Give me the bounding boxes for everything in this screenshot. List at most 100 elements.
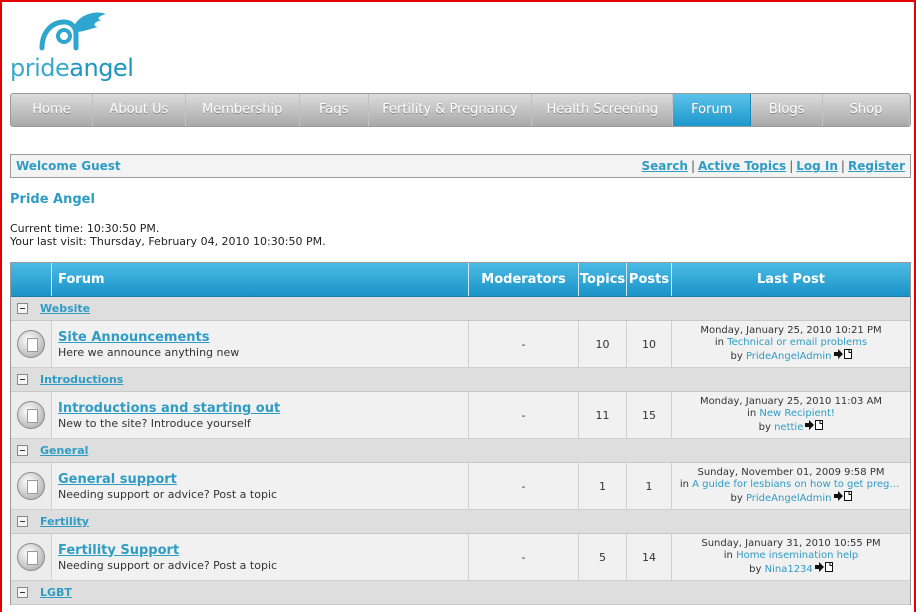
last-post-topic-line: in Technical or email problems bbox=[715, 337, 867, 349]
moderators-cell: - bbox=[469, 534, 579, 580]
link-separator: | bbox=[690, 159, 696, 173]
last-post-user-link[interactable]: PrideAngelAdmin bbox=[746, 493, 832, 504]
category-website: Website bbox=[11, 297, 910, 321]
collapse-icon[interactable] bbox=[17, 374, 28, 385]
active-topics-link[interactable]: Active Topics bbox=[698, 159, 786, 173]
welcome-bar: Welcome Guest Search | Active Topics | Log I… bbox=[10, 154, 911, 178]
by-label: by bbox=[758, 422, 771, 433]
forum-cell: General support Needing support or advice… bbox=[52, 463, 469, 509]
last-post-topic-line: in New Recipient! bbox=[747, 408, 835, 420]
table-row: Introductions and starting out New to the… bbox=[11, 392, 910, 439]
last-post-topic-link[interactable]: Home insemination help bbox=[736, 550, 858, 562]
forum-table: Forum Moderators Topics Posts Last Post … bbox=[10, 262, 911, 605]
collapse-icon[interactable] bbox=[17, 445, 28, 456]
last-post-user-link[interactable]: PrideAngelAdmin bbox=[746, 351, 832, 362]
nav-membership[interactable]: Membership bbox=[186, 94, 300, 126]
nav-faqs[interactable]: Faqs bbox=[300, 94, 369, 126]
topics-count: 5 bbox=[579, 534, 627, 580]
nav-fertility-pregnancy[interactable]: Fertility & Pregnancy bbox=[369, 94, 533, 126]
forum-table-body: Website Site Announcements Here we announc… bbox=[11, 297, 910, 605]
forum-link[interactable]: Introductions and starting out bbox=[58, 401, 280, 416]
last-post-user-link[interactable]: nettie bbox=[774, 422, 803, 433]
category-link[interactable]: Website bbox=[40, 302, 90, 315]
category-lgbt: LGBT bbox=[11, 581, 910, 605]
last-post-date: Monday, January 25, 2010 10:21 PM bbox=[700, 325, 882, 336]
log-in-link[interactable]: Log In bbox=[796, 159, 838, 173]
moderators-cell: - bbox=[469, 321, 579, 367]
category-link[interactable]: General bbox=[40, 444, 88, 457]
forum-description: Needing support or advice? Post a topic bbox=[58, 558, 278, 572]
last-post-user-link[interactable]: Nina1234 bbox=[765, 564, 813, 575]
last-post-topic-link[interactable]: Technical or email problems bbox=[727, 337, 867, 349]
category-introductions: Introductions bbox=[11, 368, 910, 392]
forum-status-cell bbox=[11, 392, 52, 438]
header-moderators: Moderators bbox=[469, 263, 579, 296]
forum-cell: Fertility Support Needing support or advi… bbox=[52, 534, 469, 580]
by-label: by bbox=[730, 351, 743, 362]
collapse-icon[interactable] bbox=[17, 516, 28, 527]
collapse-icon[interactable] bbox=[17, 303, 28, 314]
forum-link[interactable]: Fertility Support bbox=[58, 543, 179, 558]
last-post-topic-link[interactable]: New Recipient! bbox=[759, 408, 834, 420]
forum-read-icon bbox=[17, 401, 45, 429]
table-row: Fertility Support Needing support or advi… bbox=[11, 534, 910, 581]
last-post-cell: Sunday, January 31, 2010 10:55 PM in Home… bbox=[672, 534, 910, 580]
nav-shop[interactable]: Shop bbox=[823, 94, 910, 126]
in-label: in bbox=[723, 550, 733, 561]
forum-description: Here we announce anything new bbox=[58, 345, 240, 359]
pride-angel-logo[interactable]: prideangel bbox=[10, 10, 140, 82]
browser-frame: prideangel Home About Us Membership Faqs Fer… bbox=[0, 0, 916, 612]
angel-wings-icon bbox=[39, 12, 106, 51]
collapse-icon[interactable] bbox=[17, 587, 28, 598]
last-post-user-line: by PrideAngelAdmin bbox=[730, 491, 852, 505]
forum-cell: Introductions and starting out New to the… bbox=[52, 392, 469, 438]
topics-count: 11 bbox=[579, 392, 627, 438]
category-link[interactable]: Fertility bbox=[40, 515, 89, 528]
goto-last-post-icon[interactable] bbox=[833, 349, 852, 363]
user-links: Search | Active Topics | Log In | Register bbox=[642, 159, 905, 173]
forum-link[interactable]: General support bbox=[58, 472, 177, 487]
register-link[interactable]: Register bbox=[848, 159, 905, 173]
last-post-user-line: by PrideAngelAdmin bbox=[730, 349, 852, 363]
time-info: Current time: 10:30:50 PM. Your last vis… bbox=[10, 222, 326, 248]
header-forum: Forum bbox=[52, 263, 469, 296]
moderators-cell: - bbox=[469, 392, 579, 438]
forum-description: New to the site? Introduce yourself bbox=[58, 416, 251, 430]
forum-read-icon bbox=[17, 330, 45, 358]
last-post-topic-line: in Home insemination help bbox=[724, 550, 858, 562]
last-post-cell: Monday, January 25, 2010 10:21 PM in Tech… bbox=[672, 321, 910, 367]
nav-about-us[interactable]: About Us bbox=[93, 94, 186, 126]
welcome-label: Welcome Guest bbox=[16, 159, 121, 173]
header-posts: Posts bbox=[627, 263, 672, 296]
category-link[interactable]: Introductions bbox=[40, 373, 123, 386]
in-label: in bbox=[679, 479, 689, 490]
nav-home[interactable]: Home bbox=[11, 94, 93, 126]
header-last-post: Last Post bbox=[757, 272, 825, 287]
forum-link[interactable]: Site Announcements bbox=[58, 330, 209, 345]
last-post-cell: Sunday, November 01, 2009 9:58 PM in A gu… bbox=[672, 463, 910, 509]
forum-read-icon bbox=[17, 543, 45, 571]
posts-count: 1 bbox=[627, 463, 672, 509]
link-separator: | bbox=[789, 159, 794, 173]
last-post-topic-link[interactable]: A guide for lesbians on how to get pregn… bbox=[692, 479, 902, 491]
goto-last-post-icon[interactable] bbox=[805, 420, 824, 434]
category-link[interactable]: LGBT bbox=[40, 586, 72, 599]
posts-count: 15 bbox=[627, 392, 672, 438]
forum-table-header: Forum Moderators Topics Posts Last Post bbox=[11, 263, 910, 297]
forum-read-icon bbox=[17, 472, 45, 500]
nav-blogs[interactable]: Blogs bbox=[751, 94, 824, 126]
forum-description: Needing support or advice? Post a topic bbox=[58, 487, 278, 501]
posts-count: 10 bbox=[627, 321, 672, 367]
last-post-cell: Monday, January 25, 2010 11:03 AM in New … bbox=[672, 392, 910, 438]
search-link[interactable]: Search bbox=[642, 159, 688, 173]
goto-last-post-icon[interactable] bbox=[833, 491, 852, 505]
forum-status-cell bbox=[11, 463, 52, 509]
last-post-date: Monday, January 25, 2010 11:03 AM bbox=[699, 396, 883, 407]
topics-count: 10 bbox=[579, 321, 627, 367]
goto-last-post-icon[interactable] bbox=[814, 562, 833, 576]
topics-count: 1 bbox=[579, 463, 627, 509]
forum-status-cell bbox=[11, 534, 52, 580]
nav-health-screening[interactable]: Health Screening bbox=[532, 94, 674, 126]
nav-forum[interactable]: Forum bbox=[673, 94, 752, 126]
link-separator: | bbox=[840, 159, 845, 173]
